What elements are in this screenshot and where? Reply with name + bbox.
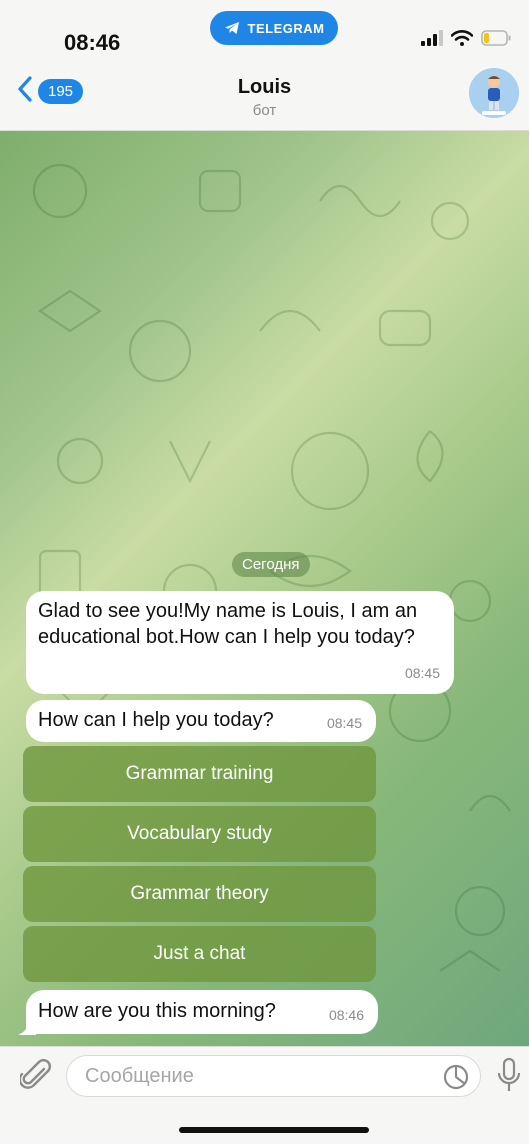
message-time: 08:45	[326, 715, 362, 731]
message-text: Glad to see you!My name is Louis, I am a…	[38, 600, 418, 648]
chat-subtitle: бот	[252, 102, 277, 119]
keyboard-button-vocabulary-study[interactable]: Vocabulary study	[23, 806, 376, 862]
status-bar: 08:46 TELEGRAM	[0, 0, 529, 62]
incoming-message: How are you this morning? 08:46	[26, 990, 378, 1034]
message-text: How can I help you today?	[38, 709, 274, 731]
message-composer	[0, 1046, 529, 1144]
telegram-plane-icon	[224, 21, 240, 35]
message-text: How are you this morning?	[38, 1000, 276, 1022]
status-time: 08:46	[64, 30, 121, 55]
incoming-message: How can I help you today? 08:45	[26, 700, 376, 742]
incoming-message: Glad to see you!My name is Louis, I am a…	[26, 591, 454, 694]
date-separator: Сегодня	[232, 552, 310, 577]
telegram-chat-screen: 08:46 TELEGRAM 195 Louis бот Сегодня Gla…	[0, 0, 529, 1144]
message-time: 08:46	[328, 1007, 364, 1023]
wifi-icon	[450, 30, 474, 51]
sticker-icon[interactable]	[443, 1064, 469, 1095]
signal-icon	[421, 30, 443, 51]
telegram-pill-label: TELEGRAM	[247, 20, 325, 36]
message-time: 08:45	[404, 665, 440, 681]
paperclip-icon[interactable]	[18, 1059, 52, 1098]
keyboard-button-grammar-theory[interactable]: Grammar theory	[23, 866, 376, 922]
avatar[interactable]	[469, 68, 519, 118]
keyboard-button-just-a-chat[interactable]: Just a chat	[23, 926, 376, 982]
message-input[interactable]	[66, 1055, 481, 1097]
status-icons	[421, 30, 511, 51]
battery-icon	[481, 30, 511, 51]
keyboard-button-grammar-training[interactable]: Grammar training	[23, 746, 376, 802]
telegram-pill[interactable]: TELEGRAM	[210, 11, 338, 45]
chat-header: 195 Louis бот	[0, 62, 529, 131]
chat-title[interactable]: Louis	[0, 76, 529, 99]
microphone-icon[interactable]	[497, 1057, 521, 1100]
home-indicator	[179, 1127, 369, 1133]
